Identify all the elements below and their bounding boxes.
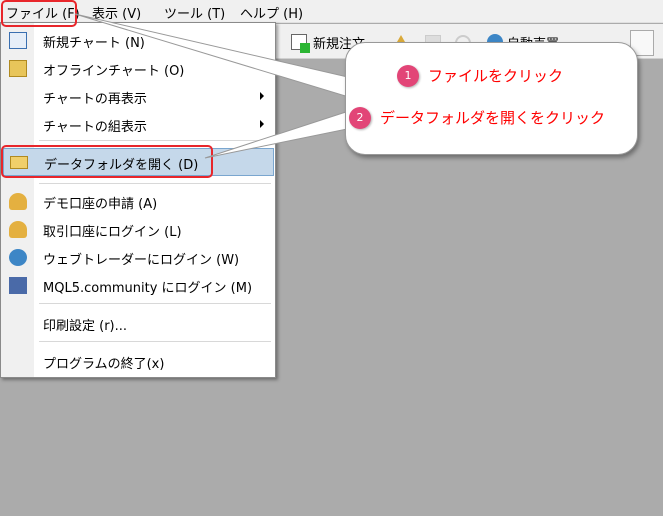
pointer-2	[204, 109, 353, 159]
step-text: ファイルをクリック	[428, 67, 564, 85]
instruction-callout: 1 ファイルをクリック 2 データフォルダを開くをクリック	[345, 42, 638, 155]
step-badge: 2	[349, 107, 371, 129]
step-text: データフォルダを開くをクリック	[380, 109, 606, 127]
pointer-1	[74, 13, 353, 99]
step-badge: 1	[397, 65, 419, 87]
